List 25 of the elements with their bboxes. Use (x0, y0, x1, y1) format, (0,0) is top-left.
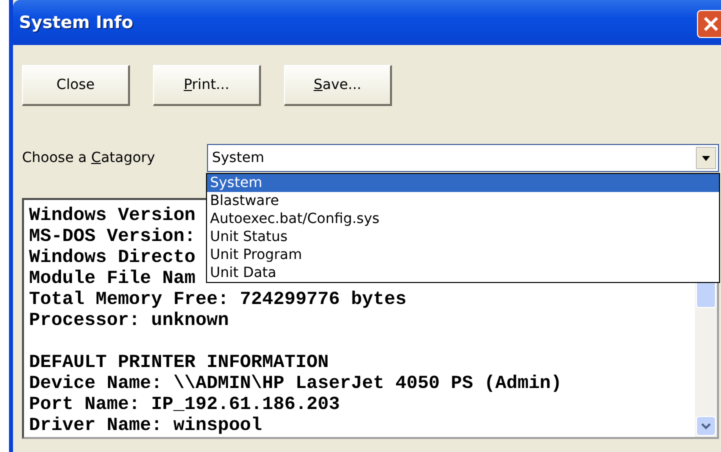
dialog-button[interactable]: Print... (153, 65, 261, 106)
info-line: Windows Version (29, 205, 196, 226)
dialog-button[interactable]: Close (22, 65, 130, 106)
info-line: Device Name: \\ADMIN\HP LaserJet 4050 PS (Admin) (29, 373, 562, 394)
close-icon[interactable] (697, 10, 721, 38)
dialog-button[interactable]: Save... (284, 65, 392, 106)
dropdown-option[interactable]: Unit Data (207, 264, 719, 282)
window-title: System Info (19, 12, 134, 32)
dropdown-option[interactable]: Blastware (207, 192, 719, 210)
info-line: DEFAULT PRINTER INFORMATION (29, 352, 329, 373)
scroll-down-icon[interactable] (696, 416, 716, 436)
info-line: Windows Directo (29, 247, 196, 268)
dropdown-arrow-icon[interactable] (696, 147, 716, 169)
dropdown-option[interactable]: System (207, 174, 719, 192)
info-line: Module File Nam (29, 268, 196, 289)
info-line: Port Name: IP_192.61.186.203 (29, 394, 340, 415)
dropdown-option[interactable]: Unit Status (207, 228, 719, 246)
dropdown-option[interactable]: Unit Program (207, 246, 719, 264)
dropdown-option[interactable]: Autoexec.bat/Config.sys (207, 210, 719, 228)
category-dropdown[interactable]: System (207, 144, 719, 172)
info-line: Driver Name: winspool (29, 415, 262, 436)
info-line: Total Memory Free: 724299776 bytes (29, 289, 406, 310)
info-line: MS-DOS Version: (29, 226, 196, 247)
info-line: Processor: unknown (29, 310, 229, 331)
category-label: Choose a Catagory (22, 150, 156, 166)
